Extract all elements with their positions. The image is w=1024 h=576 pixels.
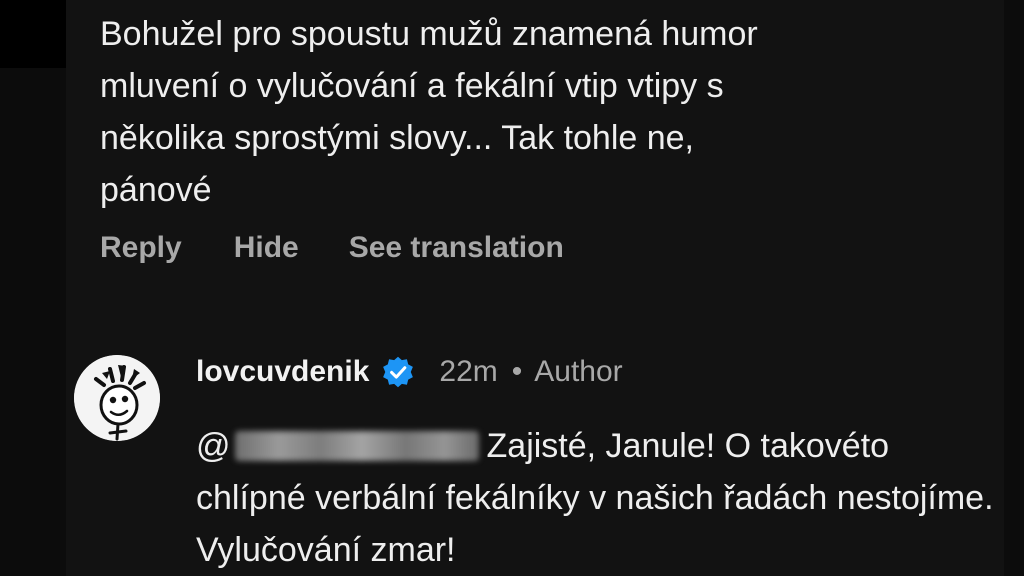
timestamp: 22m — [439, 355, 498, 388]
separator-dot: • — [511, 355, 523, 388]
comment-actions: Reply Hide See translation — [100, 228, 614, 268]
verified-badge-icon — [383, 356, 414, 388]
reply-header: lovcuvdenik 22m • Author — [196, 352, 623, 392]
author-label: Author — [534, 355, 623, 388]
username[interactable]: lovcuvdenik — [196, 355, 369, 389]
see-translation-button[interactable]: See translation — [349, 231, 564, 265]
comment-text: Bohužel pro spoustu mužů znamená humor m… — [100, 15, 758, 209]
cartoon-face-icon — [74, 355, 160, 441]
mention-prefix: @ — [196, 427, 231, 465]
reply-text: @ Zajisté, Janule! O takovéto chlípné ver… — [196, 420, 996, 576]
avatar[interactable] — [74, 355, 160, 441]
blurred-mention[interactable] — [234, 431, 479, 461]
reply-button[interactable]: Reply — [100, 231, 182, 265]
screen: Bohužel pro spoustu mužů znamená humor m… — [0, 0, 1024, 576]
hide-button[interactable]: Hide — [234, 231, 299, 265]
corner-notch — [0, 0, 66, 68]
right-letterbox — [1004, 0, 1024, 576]
left-letterbox — [0, 0, 66, 576]
